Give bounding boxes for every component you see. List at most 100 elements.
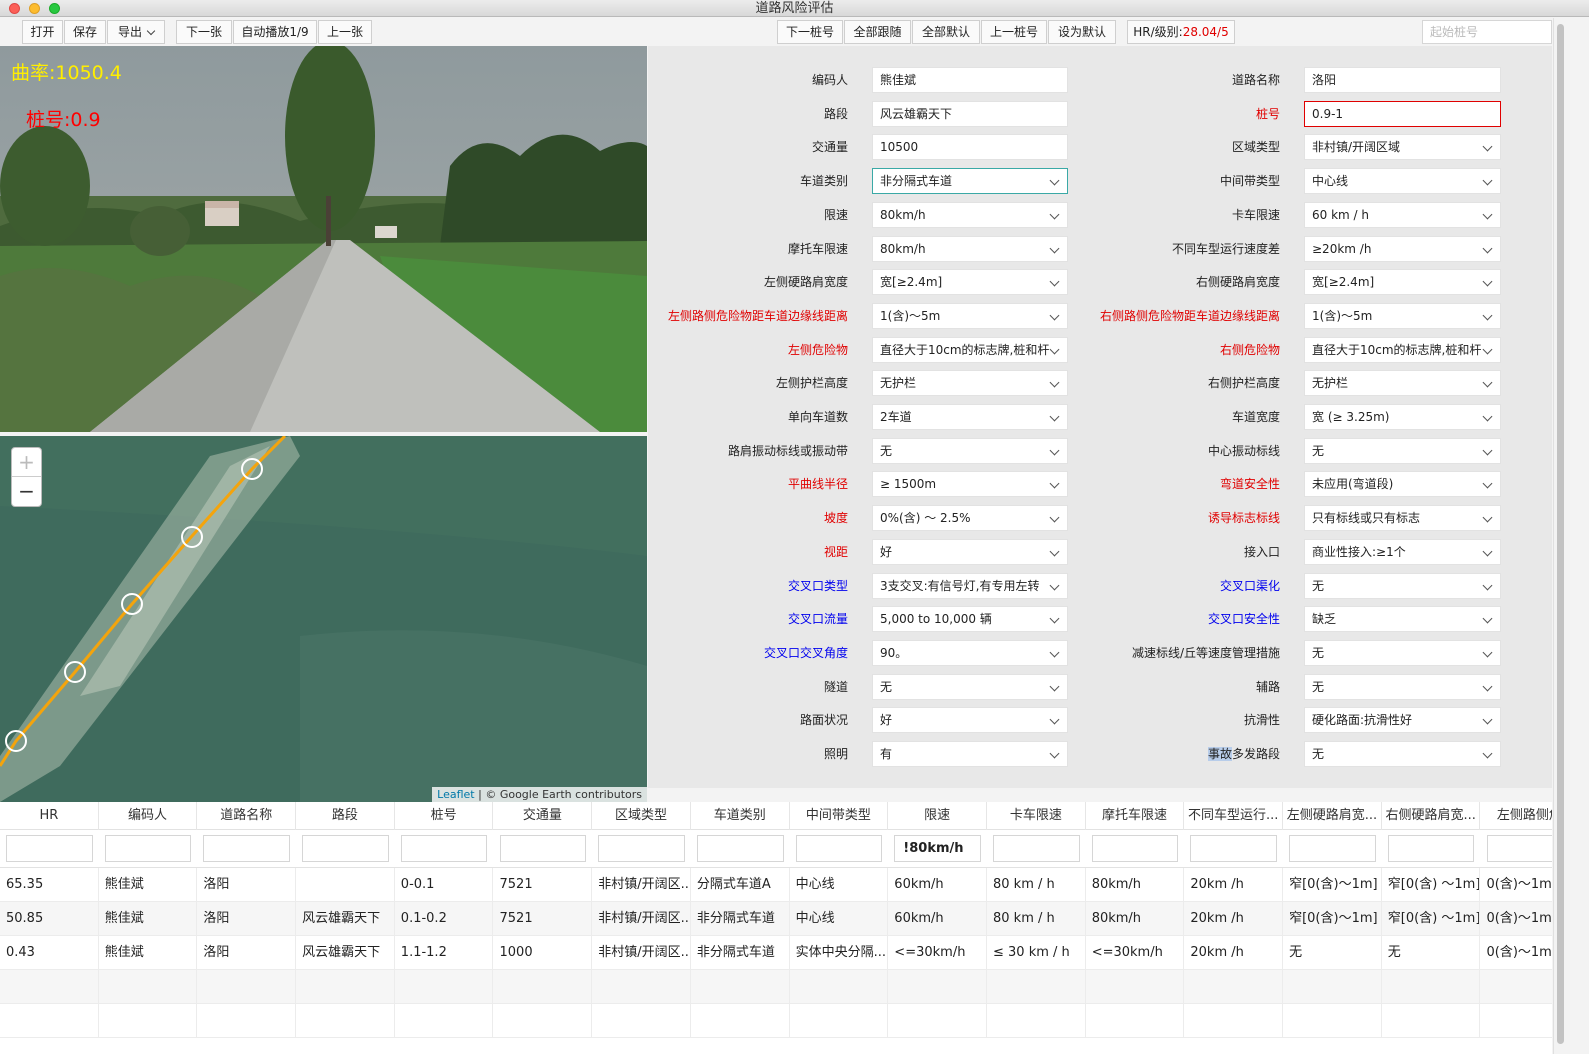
field-select[interactable]: 无护栏	[1304, 370, 1501, 397]
field-select[interactable]: 1(含)～5m	[1304, 302, 1501, 329]
column-filter-input[interactable]	[795, 835, 883, 862]
field-select[interactable]: 宽[≥2.4m]	[872, 269, 1068, 296]
prev-pile-button[interactable]: 上一桩号	[981, 20, 1047, 44]
field-select[interactable]: 直径大于10cm的标志牌,桩和杆	[1304, 336, 1501, 363]
field-select[interactable]: 直径大于10cm的标志牌,桩和杆	[872, 336, 1068, 363]
default-all-button[interactable]: 全部默认	[912, 20, 980, 44]
column-filter-input[interactable]	[993, 835, 1080, 862]
set-default-button[interactable]: 设为默认	[1048, 20, 1116, 44]
close-window-icon[interactable]	[9, 3, 20, 14]
field-select[interactable]: 中心线	[1304, 168, 1501, 195]
column-header[interactable]: 左侧硬路肩宽...	[1283, 802, 1382, 830]
autoplay-button[interactable]: 自动播放1/9	[233, 20, 317, 44]
maximize-window-icon[interactable]	[49, 3, 60, 14]
column-filter-input[interactable]	[598, 835, 685, 862]
leaflet-link[interactable]: Leaflet	[437, 788, 474, 801]
minimize-window-icon[interactable]	[29, 3, 40, 14]
column-header[interactable]: 区域类型	[592, 802, 691, 830]
field-select[interactable]: 无	[872, 673, 1068, 700]
column-filter-input[interactable]	[203, 835, 291, 862]
field-select[interactable]: 宽[≥2.4m]	[1304, 269, 1501, 296]
field-select[interactable]: 无	[1304, 741, 1501, 767]
column-header[interactable]: 左侧路侧危	[1481, 802, 1552, 830]
field-select[interactable]: 无	[1304, 437, 1501, 464]
prev-image-button[interactable]: 上一张	[318, 20, 372, 44]
field-select[interactable]: 无	[1304, 572, 1501, 599]
table-row[interactable]: 0.43 熊佳斌 洛阳 风云雄霸天下 1.1-1.2 1000 非村镇/开阔区... 非分隔式…	[0, 936, 1552, 970]
field-select[interactable]: 缺乏	[1304, 606, 1501, 633]
table-row[interactable]	[0, 970, 1552, 1004]
column-header[interactable]: 道路名称	[197, 802, 297, 830]
column-header[interactable]: 右侧硬路肩宽...	[1382, 802, 1481, 830]
field-select[interactable]: 80km/h	[872, 201, 1068, 228]
field-input[interactable]: 熊佳斌	[872, 67, 1068, 93]
field-select[interactable]: 无	[1304, 673, 1501, 700]
field-select[interactable]: 2车道	[872, 404, 1068, 430]
field-select[interactable]: 60 km / h	[1304, 201, 1501, 228]
column-header[interactable]: 摩托车限速	[1086, 802, 1185, 830]
field-select[interactable]: 无	[872, 437, 1068, 464]
field-select[interactable]: 好	[872, 707, 1068, 734]
field-select[interactable]: ≥20km /h	[1304, 235, 1501, 262]
column-filter-input[interactable]	[696, 835, 784, 862]
field-select[interactable]: 硬化路面:抗滑性好	[1304, 707, 1501, 734]
column-filter-input[interactable]	[1387, 835, 1475, 862]
field-input[interactable]: 10500	[872, 134, 1068, 161]
column-header[interactable]: HR	[0, 802, 99, 830]
column-header[interactable]: 中间带类型	[790, 802, 889, 830]
next-image-button[interactable]: 下一张	[176, 20, 232, 44]
open-button[interactable]: 打开	[22, 20, 63, 44]
start-pile-input[interactable]: 起始桩号	[1422, 20, 1552, 44]
field-select[interactable]: 0%(含) ～ 2.5%	[872, 505, 1068, 532]
column-filter-input[interactable]	[302, 835, 389, 862]
field-select[interactable]: 非分隔式车道	[872, 168, 1068, 195]
column-header[interactable]: 限速	[888, 802, 987, 830]
next-pile-button[interactable]: 下一桩号	[777, 20, 843, 44]
column-header[interactable]: 车道类别	[691, 802, 790, 830]
vertical-scrollbar[interactable]	[1553, 18, 1567, 1054]
field-select[interactable]: 无护栏	[872, 370, 1068, 397]
column-filter-input[interactable]: !80km/h	[894, 835, 981, 862]
column-header[interactable]: 交通量	[494, 802, 593, 830]
column-filter-input[interactable]	[1486, 835, 1552, 862]
zoom-out-button[interactable]: −	[12, 477, 41, 506]
field-select[interactable]: 1(含)～5m	[872, 302, 1068, 329]
save-button[interactable]: 保存	[64, 20, 106, 44]
field-select[interactable]: 5,000 to 10,000 辆	[872, 606, 1068, 633]
column-header[interactable]: 编码人	[99, 802, 198, 830]
field-select[interactable]: 无	[1304, 639, 1501, 666]
field-select[interactable]: 好	[872, 538, 1068, 565]
column-filter-input[interactable]	[1091, 835, 1179, 862]
table-row[interactable]: 50.85 熊佳斌 洛阳 风云雄霸天下 0.1-0.2 7521 非村镇/开阔区... 非分隔…	[0, 902, 1552, 936]
field-select[interactable]: 90。	[872, 639, 1068, 666]
field-input[interactable]: 0.9-1	[1304, 100, 1501, 127]
field-select[interactable]: 有	[872, 741, 1068, 767]
scrollbar-thumb[interactable]	[1557, 24, 1564, 1044]
column-filter-input[interactable]	[6, 835, 93, 862]
field-select[interactable]: 宽 (≥ 3.25m)	[1304, 404, 1501, 430]
column-filter-input[interactable]	[400, 835, 488, 862]
column-header[interactable]: 不同车型运行...	[1184, 802, 1284, 830]
field-select[interactable]: ≥ 1500m	[872, 471, 1068, 498]
field-input[interactable]: 洛阳	[1304, 67, 1501, 93]
follow-all-button[interactable]: 全部跟随	[844, 20, 911, 44]
column-header[interactable]: 路段	[296, 802, 395, 830]
column-header[interactable]: 卡车限速	[987, 802, 1086, 830]
field-input[interactable]: 风云雄霸天下	[872, 100, 1068, 127]
field-select[interactable]: 80km/h	[872, 235, 1068, 262]
field-select[interactable]: 商业性接入:≥1个	[1304, 538, 1501, 565]
table-row[interactable]	[0, 1004, 1552, 1038]
column-filter-input[interactable]	[499, 835, 587, 862]
satellite-map[interactable]: + − Leaflet | © Google Earth contributor…	[0, 436, 647, 802]
field-select[interactable]: 未应用(弯道段)	[1304, 471, 1501, 498]
column-filter-input[interactable]	[104, 835, 192, 862]
field-select[interactable]: 非村镇/开阔区域	[1304, 134, 1501, 161]
table-row[interactable]: 65.35 熊佳斌 洛阳 0-0.1 7521 非村镇/开阔区... 分隔式车道A 中心线 60…	[0, 868, 1552, 902]
column-filter-input[interactable]	[1190, 835, 1278, 862]
column-header[interactable]: 桩号	[395, 802, 494, 830]
field-select[interactable]: 3支交叉:有信号灯,有专用左转	[872, 572, 1068, 599]
column-filter-input[interactable]	[1289, 835, 1376, 862]
zoom-in-button[interactable]: +	[12, 448, 41, 477]
export-dropdown[interactable]: 导出	[107, 20, 165, 44]
field-select[interactable]: 只有标线或只有标志	[1304, 505, 1501, 532]
